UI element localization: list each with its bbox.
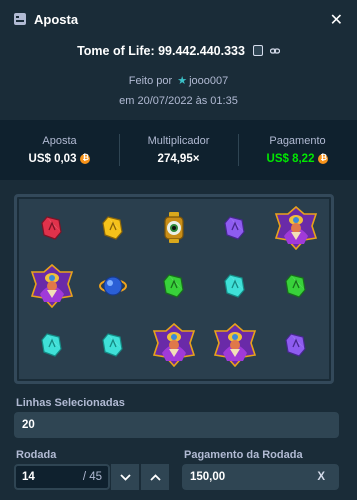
slot-cell [266, 201, 327, 260]
game-title-row: Tome of Life: 99.442.440.333 [0, 44, 357, 58]
round-payout-suffix: X [317, 471, 325, 483]
cyan-gem-icon [40, 332, 63, 363]
round-decrement-button[interactable] [111, 464, 139, 490]
slot-cell [21, 318, 82, 377]
slot-cell [21, 201, 82, 260]
slot-cell [82, 201, 143, 260]
stat-multiplier-label: Multiplicador [147, 135, 210, 147]
slot-cell [143, 260, 204, 319]
purple-gem-icon [224, 215, 246, 246]
round-increment-button[interactable] [141, 464, 169, 490]
slot-cell [205, 260, 266, 319]
stat-bet-value: US$ 0,03 [28, 153, 77, 165]
chevron-up-icon [149, 473, 161, 481]
made-by: Feito por ★ jooo007 [0, 74, 357, 87]
slot-cell [266, 318, 327, 377]
blue-orb-icon [98, 272, 128, 305]
slot-cell [143, 318, 204, 377]
green-gem-icon [285, 273, 307, 304]
bitcoin-icon [318, 153, 329, 164]
lines-label: Linhas Selecionadas [16, 397, 125, 409]
lines-input[interactable]: 20 [14, 412, 339, 438]
slot-cell [82, 260, 143, 319]
bet-stats: Aposta US$ 0,03 Multiplicador 274,95× Pa… [0, 120, 357, 180]
lines-value: 20 [22, 419, 35, 431]
stat-payout-value: US$ 8,22 [266, 153, 315, 165]
red-gem-icon [40, 215, 63, 246]
cyan-gem-icon [224, 273, 246, 304]
round-payout-value: 150,00 [190, 471, 226, 483]
cyan-gem-icon [102, 332, 124, 363]
slot-board [14, 194, 334, 384]
stat-bet-value-row: US$ 0,03 [29, 153, 91, 165]
modal-title: Aposta [34, 11, 79, 27]
round-input[interactable]: 14 / 45 [14, 464, 110, 490]
bet-ticket-icon [14, 13, 26, 25]
bitcoin-icon [80, 153, 91, 164]
user-link[interactable]: jooo007 [189, 75, 228, 87]
close-icon[interactable]: ✕ [330, 10, 343, 30]
vip-star-icon: ★ [177, 75, 188, 87]
round-label: Rodada [16, 449, 57, 461]
bet-date: em 20/07/2022 às 01:35 [119, 95, 238, 107]
wizard-icon [213, 323, 257, 372]
made-by-prefix: Feito por [128, 75, 173, 87]
green-gem-icon [163, 273, 185, 304]
wizard-icon [152, 323, 196, 372]
modal-header: Aposta ✕ [0, 0, 357, 38]
game-title: Tome of Life: 99.442.440.333 [77, 44, 245, 58]
link-icon[interactable] [269, 46, 280, 56]
slot-cell [205, 318, 266, 377]
round-payout-label: Pagamento da Rodada [184, 449, 303, 461]
slot-cell [143, 201, 204, 260]
round-total: / 45 [82, 471, 102, 483]
chevron-down-icon [119, 473, 131, 481]
purple-gem-icon [285, 332, 307, 363]
round-payout-input[interactable]: 150,00 X [182, 464, 339, 490]
slot-cell [205, 201, 266, 260]
slot-cell [266, 260, 327, 319]
stat-bet-label: Aposta [42, 135, 77, 147]
yellow-gem-icon [102, 215, 124, 246]
wizard-icon [30, 264, 74, 313]
round-value: 14 [22, 471, 35, 483]
slot-cell [82, 318, 143, 377]
stat-payout-label: Pagamento [269, 135, 326, 147]
stat-payout: Pagamento US$ 8,22 [238, 120, 357, 180]
stat-bet: Aposta US$ 0,03 [0, 120, 119, 180]
stat-multiplier: Multiplicador 274,95× [119, 120, 238, 180]
eye-lantern-icon [161, 211, 187, 250]
copy-icon[interactable] [253, 45, 264, 56]
stat-payout-value-row: US$ 8,22 [267, 153, 329, 165]
stat-multiplier-value: 274,95× [157, 153, 200, 165]
wizard-icon [274, 205, 318, 255]
slot-cell [21, 260, 82, 319]
